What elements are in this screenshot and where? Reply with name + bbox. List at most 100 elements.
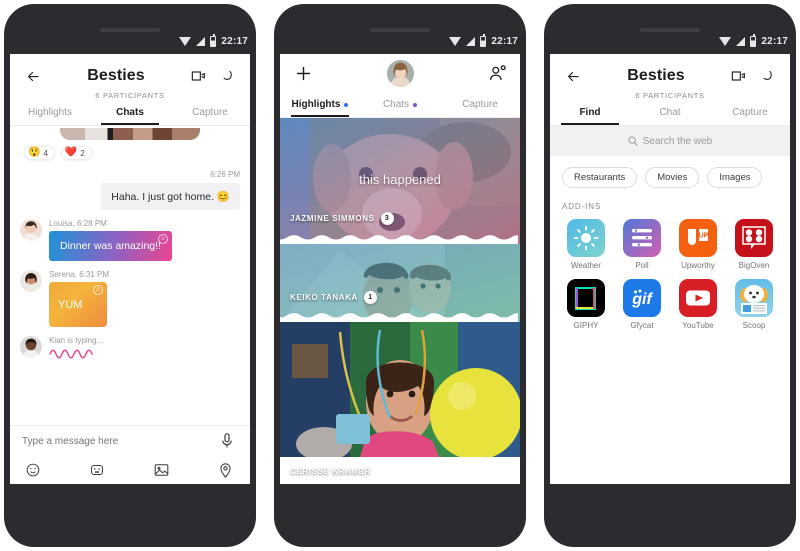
typing-wave-icon: [49, 349, 93, 359]
addin-label: Gfycat: [630, 321, 654, 330]
screenshot-stage: 22:17 Besties 6 PARTICIPANTS Highlights …: [0, 0, 800, 551]
avatar[interactable]: [20, 336, 42, 358]
scoop-dog-icon: [735, 279, 773, 317]
card-image: [280, 322, 520, 484]
outgoing-message-bubble[interactable]: Haha. I just got home. 😊: [101, 183, 240, 210]
incoming-message-bubble[interactable]: Dinner was amazing!! ☺: [49, 231, 172, 261]
highlight-card[interactable]: KEIKO TANAKA 1: [280, 244, 520, 322]
gfycat-icon: gif: [623, 279, 661, 317]
page-title: Besties: [87, 67, 145, 84]
tab-chats[interactable]: Chats: [360, 92, 440, 117]
phone3-screen: Besties 6 PARTICIPANTS Find Chat Capture…: [550, 54, 790, 484]
status-time: 22:17: [761, 35, 788, 47]
message-timestamp: 6:26 PM: [210, 170, 240, 179]
web-search-bar[interactable]: Search the web: [550, 126, 790, 156]
addin-giphy[interactable]: GIPHY: [558, 279, 614, 337]
status-bar: 22:17: [4, 32, 256, 50]
addin-gfycat[interactable]: gif Gfycat: [614, 279, 670, 337]
tab-chats[interactable]: Chats: [90, 100, 170, 125]
card-badge: 1: [363, 291, 377, 304]
highlights-card-list[interactable]: this happened JAZMINE SIMMONS 3 KEIKO TA…: [280, 118, 520, 484]
tab-label: Chats: [382, 99, 410, 110]
chip-movies[interactable]: Movies: [645, 167, 700, 188]
section-header-addins: ADD-INS: [562, 202, 602, 211]
addin-weather[interactable]: Weather: [558, 219, 614, 277]
phone-mockup-chats: 22:17 Besties 6 PARTICIPANTS Highlights …: [4, 4, 256, 547]
photo-attachment-preview[interactable]: [60, 128, 200, 140]
page-title: Besties: [627, 67, 685, 84]
tab-capture[interactable]: Capture: [440, 92, 520, 117]
phone2-header: [280, 54, 520, 92]
video-camera-icon[interactable]: [188, 65, 210, 87]
search-icon: [628, 136, 638, 146]
message-reactions: 😲 4 ❤️ 2: [20, 146, 240, 160]
chat-message-list[interactable]: 😲 4 ❤️ 2 6:26 PM Haha. I just got home. …: [10, 126, 250, 425]
video-camera-icon[interactable]: [728, 65, 750, 87]
addin-poll[interactable]: Poll: [614, 219, 670, 277]
surprised-emoji-icon: 😲: [28, 147, 41, 158]
message-meta: Louisa, 6:28 PM: [49, 219, 107, 228]
message-row-serena: Serena, 6:31 PM YUM ☺: [20, 270, 240, 327]
tab-find[interactable]: Find: [550, 100, 630, 125]
avatar[interactable]: [20, 270, 42, 292]
tab-label: Capture: [462, 99, 498, 110]
card-badge: 3: [380, 212, 394, 225]
message-input[interactable]: [22, 435, 216, 447]
reaction-chip[interactable]: ❤️ 2: [60, 146, 92, 160]
battery-icon: [750, 33, 757, 47]
tab-chat[interactable]: Chat: [630, 100, 710, 125]
card-caption: this happened: [359, 172, 441, 187]
addin-label: BigOven: [738, 261, 770, 270]
emoji-icon[interactable]: [22, 459, 44, 481]
add-reaction-icon[interactable]: ☺: [157, 234, 168, 244]
microphone-icon[interactable]: [216, 430, 238, 452]
addin-bigoven[interactable]: BigOven: [726, 219, 782, 277]
highlight-card[interactable]: this happened JAZMINE SIMMONS 3: [280, 118, 520, 244]
battery-icon: [480, 33, 487, 47]
sticker-message[interactable]: YUM ☺: [49, 282, 107, 327]
signal-icon: [736, 36, 746, 46]
back-arrow-icon[interactable]: [22, 65, 44, 87]
search-filter-chips: Restaurants Movies Images: [550, 156, 790, 192]
chip-restaurants[interactable]: Restaurants: [562, 167, 638, 188]
reaction-chip[interactable]: 😲 4: [24, 146, 55, 160]
photo-icon[interactable]: [150, 459, 172, 481]
message-meta: Serena, 6:31 PM: [49, 270, 110, 279]
signal-icon: [466, 36, 476, 46]
add-person-icon[interactable]: [486, 62, 508, 84]
add-reaction-icon[interactable]: ☺: [93, 285, 103, 295]
avatar[interactable]: [20, 219, 42, 241]
status-time: 22:17: [221, 35, 248, 47]
addin-label: YouTube: [682, 321, 714, 330]
addin-youtube[interactable]: YouTube: [670, 279, 726, 337]
tab-highlights[interactable]: Highlights: [10, 100, 90, 125]
tab-label: Chats: [116, 107, 144, 118]
status-time: 22:17: [491, 35, 518, 47]
plus-icon[interactable]: [292, 62, 314, 84]
tab-capture[interactable]: Capture: [710, 100, 790, 125]
back-arrow-icon[interactable]: [562, 65, 584, 87]
addin-label: Poll: [635, 261, 649, 270]
upworthy-icon: UP: [679, 219, 717, 257]
addin-upworthy[interactable]: UP Upworthy: [670, 219, 726, 277]
sticker-icon[interactable]: [86, 459, 108, 481]
phone-call-icon[interactable]: [216, 65, 238, 87]
tab-highlights[interactable]: Highlights: [280, 92, 360, 117]
tab-label: Chat: [659, 107, 681, 118]
highlight-card[interactable]: CERISSE KRAMER: [280, 322, 520, 484]
card-author: JAZMINE SIMMONS 3: [290, 212, 394, 225]
phone1-header: Besties 6 PARTICIPANTS: [10, 54, 250, 100]
tab-capture[interactable]: Capture: [170, 100, 250, 125]
phone-mockup-highlights: 22:17 Highlights Chats Capture this happ…: [274, 4, 526, 547]
phone-call-icon[interactable]: [756, 65, 778, 87]
card-author: KEIKO TANAKA 1: [290, 291, 377, 304]
profile-avatar[interactable]: [386, 59, 414, 87]
status-bar: 22:17: [544, 32, 796, 50]
participant-count: 6 PARTICIPANTS: [635, 91, 705, 100]
phone-mockup-find: 22:17 Besties 6 PARTICIPANTS Find Chat C…: [544, 4, 796, 547]
wifi-icon: [719, 36, 732, 46]
chip-images[interactable]: Images: [707, 167, 763, 188]
addin-scoop[interactable]: Scoop: [726, 279, 782, 337]
weather-sun-icon: [567, 219, 605, 257]
location-icon[interactable]: [214, 459, 236, 481]
